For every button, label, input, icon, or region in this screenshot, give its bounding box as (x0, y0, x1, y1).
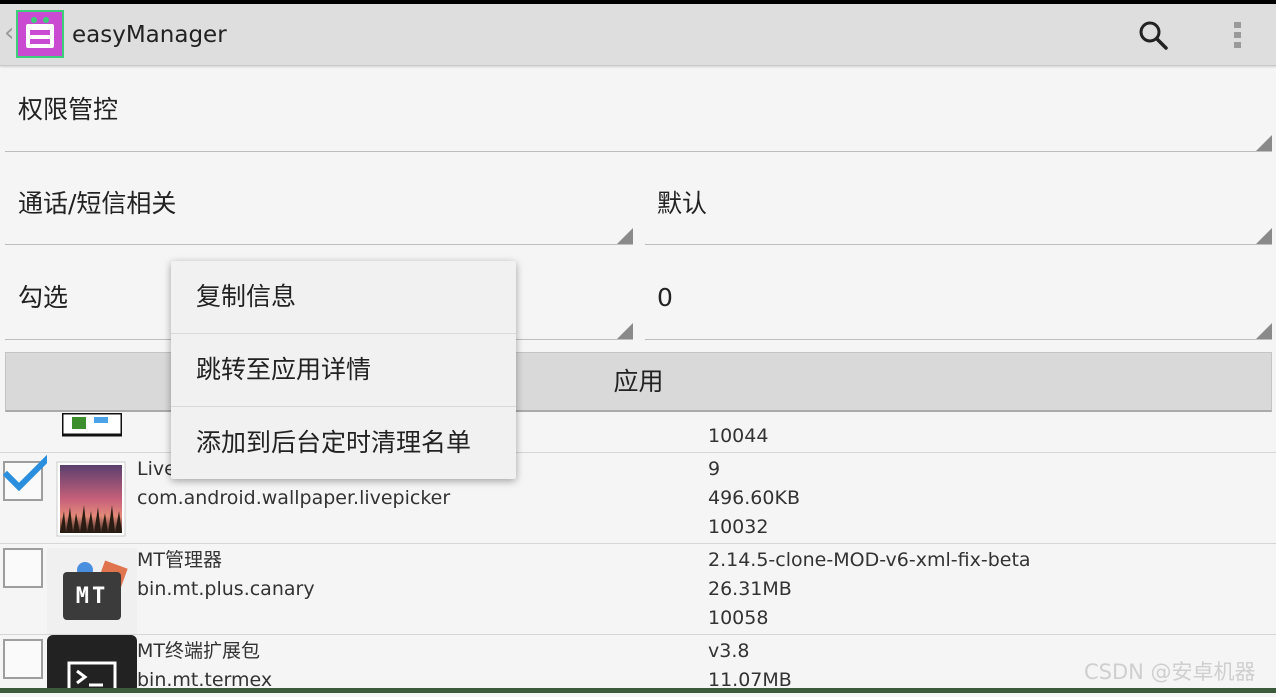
check-count-spinner[interactable]: 0 (657, 283, 673, 313)
spinner-underline (5, 151, 1272, 152)
app-name: Live (137, 458, 176, 480)
watermark: CSDN @安卓机器 (1084, 660, 1256, 684)
app-name: MT管理器 (137, 549, 222, 571)
mt-manager-app-icon: MT (47, 548, 137, 634)
app-package: com.android.wallpaper.livepicker (137, 487, 451, 509)
dropdown-arrow-icon (1256, 323, 1272, 339)
menu-item-add-cleanup-list[interactable]: 添加到后台定时清理名单 (171, 407, 516, 479)
context-menu: 复制信息 跳转至应用详情 添加到后台定时清理名单 (171, 261, 516, 479)
app-size: 496.60KB (708, 487, 800, 509)
back-caret-icon[interactable]: ‹ (4, 18, 14, 48)
search-icon[interactable] (1134, 16, 1174, 56)
overflow-menu-icon[interactable] (1226, 16, 1250, 56)
app-package: bin.mt.plus.canary (137, 578, 315, 600)
check-spinner[interactable]: 勾选 (18, 283, 68, 313)
spinner-underline (645, 244, 1272, 245)
spinner-underline (5, 244, 633, 245)
livepicker-app-icon (56, 461, 126, 537)
category-spinner[interactable]: 通话/短信相关 (18, 189, 176, 219)
app-version: v3.8 (708, 640, 750, 662)
dropdown-arrow-icon (617, 228, 633, 244)
mt-icon-label: MT (75, 584, 109, 609)
row-checkbox[interactable] (3, 455, 47, 501)
app-icon (60, 411, 124, 437)
bottom-edge (0, 688, 1276, 693)
app-name: MT终端扩展包 (137, 640, 260, 662)
termex-app-icon (47, 635, 137, 695)
action-bar: ‹ easyManager (0, 4, 1276, 66)
list-item[interactable]: MT MT管理器 bin.mt.plus.canary 2.14.5-clone… (0, 544, 1276, 634)
permission-control-spinner[interactable]: 权限管控 (18, 95, 118, 125)
app-title: easyManager (72, 22, 227, 48)
dropdown-arrow-icon (1256, 228, 1272, 244)
menu-item-copy-info[interactable]: 复制信息 (171, 261, 516, 333)
mode-spinner[interactable]: 默认 (657, 189, 707, 219)
dropdown-arrow-icon (1256, 135, 1272, 151)
row-checkbox[interactable] (3, 639, 43, 679)
dropdown-arrow-icon (617, 323, 633, 339)
app-version: 2.14.5-clone-MOD-v6-xml-fix-beta (708, 549, 1031, 571)
spinner-underline (645, 339, 1272, 340)
menu-item-app-details[interactable]: 跳转至应用详情 (171, 334, 516, 406)
app-uid: 10044 (708, 425, 769, 447)
app-version: 9 (708, 458, 721, 480)
app-size: 26.31MB (708, 578, 792, 600)
row-checkbox[interactable] (3, 548, 43, 588)
android-app-icon[interactable] (16, 10, 64, 58)
app-uid: 10058 (708, 607, 769, 629)
app-uid: 10032 (708, 516, 769, 538)
